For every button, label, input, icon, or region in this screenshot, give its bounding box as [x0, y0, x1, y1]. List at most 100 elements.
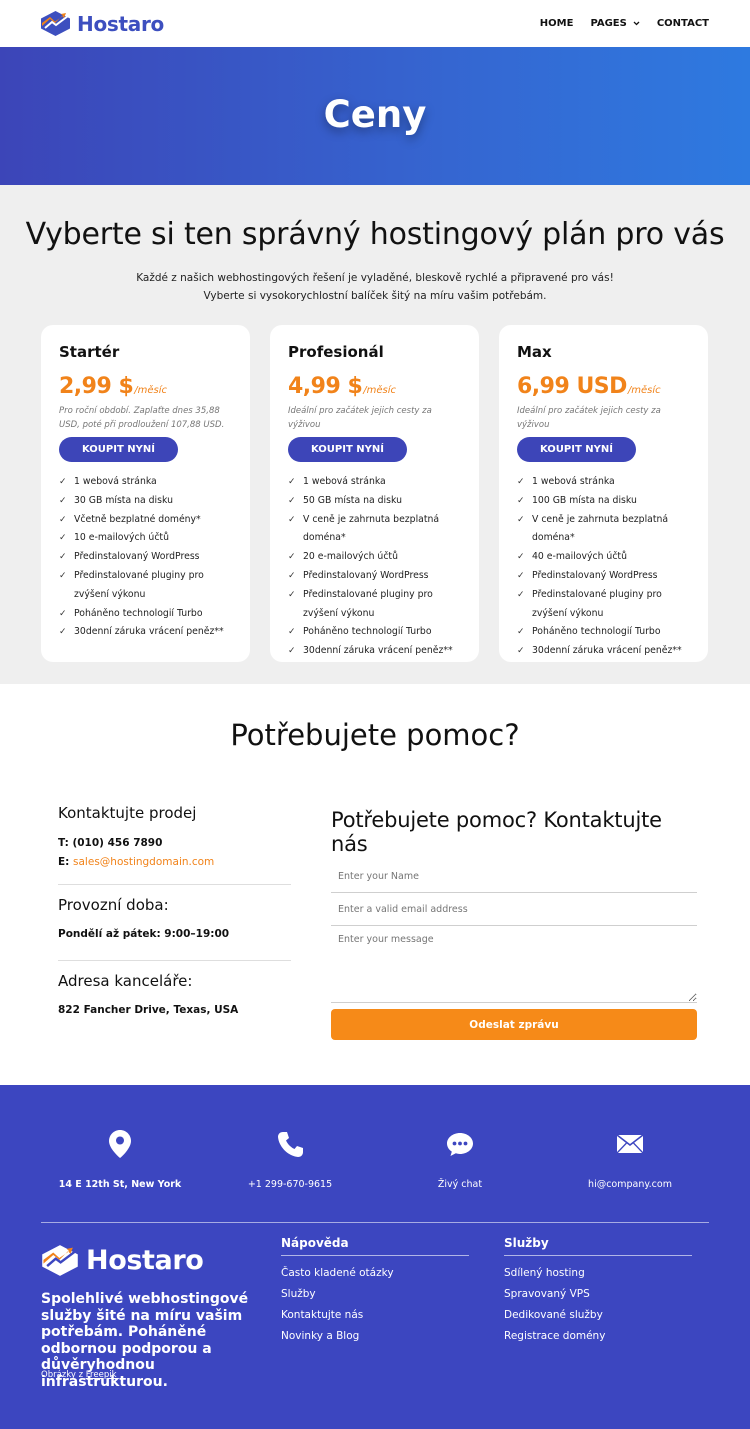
feature-text: 20 e-mailových účtů — [303, 551, 398, 563]
check-icon: ✓ — [59, 608, 67, 619]
feature-text: Předinstalovaný WordPress — [532, 569, 658, 581]
buy-now-button[interactable]: KOUPIT NYNÍ — [517, 437, 636, 462]
help-section: Potřebujete pomoc? Kontaktujte prodej T:… — [0, 684, 750, 1085]
plan-card-starter: Startér 2,99 $ /měsíc Pro roční období. … — [41, 325, 250, 662]
main-nav: HOME PAGES CONTACT — [523, 18, 709, 29]
brand-logo[interactable]: Hostaro — [40, 10, 164, 37]
plan-note: Ideální pro začátek jejich cesty za výži… — [288, 406, 432, 430]
check-icon: ✓ — [59, 514, 67, 525]
phone-line: T: (010) 456 7890 — [58, 834, 291, 853]
check-icon: ✓ — [59, 495, 67, 506]
freepik-link[interactable]: Freepik — [86, 1370, 117, 1380]
feature-text: 1 webová stránka — [532, 476, 615, 487]
footer-email-text[interactable]: hi@company.com — [545, 1179, 715, 1190]
message-textarea[interactable] — [331, 926, 697, 1003]
hours-heading: Provozní doba: — [58, 896, 169, 914]
divider — [58, 884, 291, 885]
feature-text: Poháněno technologií Turbo — [74, 607, 203, 619]
feature-text: Předinstalované pluginy pro zvýšení výko… — [532, 588, 662, 619]
footer-link[interactable]: Novinky a Blog — [281, 1326, 469, 1347]
plan-price: 4,99 $ — [288, 374, 363, 399]
pricing-title: Vyberte si ten správný hostingový plán p… — [25, 217, 725, 252]
check-icon: ✓ — [517, 570, 525, 581]
feature-text: Poháněno technologií Turbo — [303, 626, 432, 638]
footer-phone-text[interactable]: +1 299-670-9615 — [205, 1179, 375, 1190]
plan-name: Max — [517, 343, 552, 361]
logo-icon — [42, 1245, 78, 1276]
nav-pages[interactable]: PAGES — [590, 18, 640, 29]
footer-link[interactable]: Často kladené otázky — [281, 1263, 469, 1284]
site-footer: 14 E 12th St, New York +1 299-670-9615 Ž… — [0, 1085, 750, 1429]
footer-link[interactable]: Registrace domény — [504, 1326, 692, 1347]
footer-address-text: 14 E 12th St, New York — [58, 1179, 182, 1190]
check-icon: ✓ — [59, 570, 67, 581]
footer-chat-text[interactable]: Živý chat — [375, 1179, 545, 1190]
address-heading: Adresa kanceláře: — [58, 972, 193, 990]
check-icon: ✓ — [517, 477, 525, 487]
feature-text: 1 webová stránka — [303, 476, 386, 487]
feature-list: ✓ 1 webová stránka ✓ 30 GB místa na disku … — [59, 473, 234, 642]
footer-help-links: Často kladené otázky Služby Kontaktujte … — [281, 1263, 469, 1347]
feature-text: 1 webová stránka — [74, 476, 157, 487]
feature-text: Předinstalované pluginy pro zvýšení výko… — [74, 569, 204, 600]
phone-number[interactable]: (010) 456 7890 — [72, 837, 162, 849]
site-header: Hostaro HOME PAGES CONTACT — [0, 0, 750, 47]
contact-info: Kontaktujte prodej T: (010) 456 7890 E: … — [58, 804, 291, 1020]
check-icon: ✓ — [288, 552, 296, 563]
footer-credit: Obrázky z Freepik — [41, 1370, 117, 1380]
feature-text: Předinstalovaný WordPress — [74, 551, 200, 563]
feature-item: ✓ Předinstalovaný WordPress — [288, 567, 463, 586]
intro-line-2: Vyberte si vysokorychlostní balíček šitý… — [203, 290, 547, 302]
feature-item: ✓ Předinstalovaný WordPress — [517, 567, 692, 586]
pricing-cards: Startér 2,99 $ /měsíc Pro roční období. … — [0, 325, 750, 662]
plan-name: Profesionál — [288, 343, 384, 361]
feature-list: ✓ 1 webová stránka ✓ 50 GB místa na disku … — [288, 473, 463, 661]
price-row: 2,99 $ /měsíc — [59, 374, 234, 399]
footer-link[interactable]: Spravovaný VPS — [504, 1284, 692, 1305]
phone-label: T: — [58, 837, 69, 849]
footer-chat: Živý chat — [375, 1129, 545, 1190]
hero-banner: Ceny — [0, 47, 750, 185]
feature-item: ✓ Poháněno technologií Turbo — [288, 623, 463, 642]
feature-item: ✓ 1 webová stránka — [517, 473, 692, 492]
footer-email: hi@company.com — [545, 1129, 715, 1190]
nav-home[interactable]: HOME — [540, 18, 574, 29]
sales-email-link[interactable]: sales@hostingdomain.com — [73, 856, 214, 868]
nav-contact[interactable]: CONTACT — [657, 18, 709, 29]
plan-price: 6,99 USD — [517, 374, 627, 399]
footer-link[interactable]: Kontaktujte nás — [281, 1305, 469, 1326]
plan-period: /měsíc — [134, 385, 167, 396]
feature-item: ✓ 10 e-mailových účtů — [59, 529, 234, 548]
plan-card-professional: Profesionál 4,99 $ /měsíc Ideální pro za… — [270, 325, 479, 662]
buy-now-button[interactable]: KOUPIT NYNÍ — [59, 437, 178, 462]
footer-divider — [41, 1222, 709, 1223]
buy-now-button[interactable]: KOUPIT NYNÍ — [288, 437, 407, 462]
footer-logo[interactable]: Hostaro — [41, 1243, 204, 1278]
feature-item: ✓ 30 GB místa na disku — [59, 492, 234, 511]
plan-price: 2,99 $ — [59, 374, 134, 399]
intro-line-1: Každé z našich webhostingových řešení je… — [136, 272, 614, 284]
feature-text: 30denní záruka vrácení peněz** — [303, 645, 453, 657]
nav-pages-label: PAGES — [590, 18, 627, 29]
feature-text: 30denní záruka vrácení peněz** — [74, 626, 224, 638]
check-icon: ✓ — [288, 477, 296, 487]
feature-item: ✓ Včetně bezplatné domény* — [59, 511, 234, 530]
email-line: E: sales@hostingdomain.com — [58, 853, 291, 872]
mail-icon — [545, 1129, 715, 1159]
feature-text: Včetně bezplatné domény* — [74, 513, 201, 525]
price-row: 6,99 USD /měsíc — [517, 374, 692, 399]
footer-link[interactable]: Dedikované služby — [504, 1305, 692, 1326]
location-pin-icon — [35, 1129, 205, 1159]
footer-link[interactable]: Služby — [281, 1284, 469, 1305]
page-title: Ceny — [323, 93, 427, 136]
email-input[interactable] — [331, 893, 697, 926]
chevron-down-icon — [633, 21, 640, 26]
footer-link[interactable]: Sdílený hosting — [504, 1263, 692, 1284]
send-message-button[interactable]: Odeslat zprávu — [331, 1009, 697, 1040]
name-input[interactable] — [331, 860, 697, 893]
feature-item: ✓ 1 webová stránka — [59, 473, 234, 492]
check-icon: ✓ — [517, 552, 525, 563]
feature-text: V ceně je zahrnuta bezplatná doména* — [532, 513, 669, 544]
feature-item: ✓ 50 GB místa na disku — [288, 492, 463, 511]
chat-icon — [375, 1129, 545, 1159]
